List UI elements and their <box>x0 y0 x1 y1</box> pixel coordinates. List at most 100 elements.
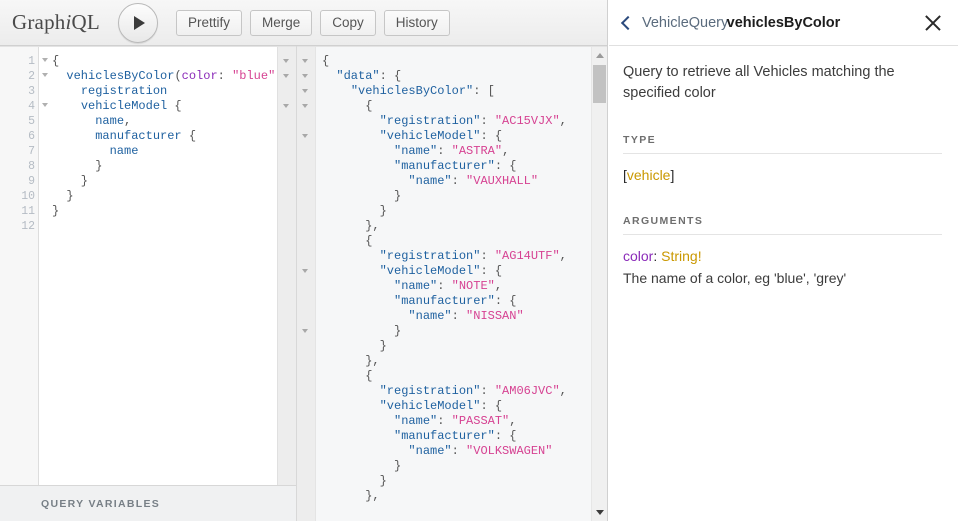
code-token: , <box>494 279 503 293</box>
docs-back-button[interactable]: VehicleQuery <box>620 15 728 31</box>
documentation-panel: VehicleQuery vehiclesByColor Query to re… <box>609 0 958 521</box>
line-number: 2 <box>0 69 48 84</box>
code-token: : <box>480 384 495 398</box>
code-token: , <box>559 114 567 128</box>
code-line: "name": "VAUXHALL" <box>322 174 591 189</box>
code-token: "name" <box>394 279 438 293</box>
code-line: manufacturer { <box>52 129 277 144</box>
query-editor[interactable]: 1 2 3 4 5 6 7 8 9 10 11 12 { vehiclesByColor(color:… <box>0 46 296 485</box>
code-line: } <box>322 189 591 204</box>
code-token: "vehicleModel" <box>379 264 481 278</box>
code-token: } <box>322 324 402 338</box>
code-token: : { <box>494 294 517 308</box>
code-line: "name": "NISSAN" <box>322 309 591 324</box>
editor-panes: 1 2 3 4 5 6 7 8 9 10 11 12 { vehiclesByColor(color:… <box>0 46 607 521</box>
code-line: { <box>322 234 591 249</box>
line-number: 1 <box>0 54 48 69</box>
code-line: } <box>322 474 591 489</box>
fold-triangle-icon[interactable] <box>42 58 48 62</box>
code-line: } <box>52 189 277 204</box>
code-token: } <box>322 474 387 488</box>
code-token: } <box>322 189 402 203</box>
code-line: { <box>52 54 277 69</box>
result-pane: { "data": { "vehiclesByColor": [ { "regi… <box>297 46 607 521</box>
code-token: "name" <box>394 414 438 428</box>
fold-triangle-icon[interactable] <box>283 104 289 108</box>
fold-triangle-icon[interactable] <box>302 59 308 63</box>
query-code-area[interactable]: { vehiclesByColor(color: "blue") { regis… <box>39 47 277 485</box>
code-line: "name": "ASTRA", <box>322 144 591 159</box>
fold-triangle-icon[interactable] <box>302 134 308 138</box>
code-token: "VOLKSWAGEN" <box>466 444 553 458</box>
fold-triangle-icon[interactable] <box>283 74 289 78</box>
fold-triangle-icon[interactable] <box>302 74 308 78</box>
code-line: } <box>322 459 591 474</box>
prettify-button[interactable]: Prettify <box>175 9 242 36</box>
code-line: vehiclesByColor(color: "blue") { <box>52 69 277 84</box>
code-token: } <box>52 204 60 218</box>
code-token: "registration" <box>379 114 481 128</box>
result-scrollbar[interactable] <box>591 47 607 521</box>
code-token: "manufacturer" <box>394 294 495 308</box>
execute-query-button[interactable] <box>117 2 158 43</box>
fold-triangle-icon[interactable] <box>42 73 48 77</box>
code-token: manufacturer <box>95 129 182 143</box>
code-token: } <box>322 459 402 473</box>
fold-triangle-icon[interactable] <box>302 89 308 93</box>
result-fold-strip[interactable] <box>297 47 316 521</box>
scrollbar-thumb[interactable] <box>593 65 606 103</box>
fold-triangle-icon[interactable] <box>302 269 308 273</box>
docs-argument-description: The name of a color, eg 'blue', 'grey' <box>623 270 847 286</box>
query-line-number-gutter: 1 2 3 4 5 6 7 8 9 10 11 12 <box>0 47 48 485</box>
history-button[interactable]: History <box>383 9 450 36</box>
code-line: name, <box>52 114 277 129</box>
code-line: "vehicleModel": { <box>322 399 591 414</box>
code-token: : { <box>480 264 503 278</box>
copy-button[interactable]: Copy <box>320 9 376 36</box>
code-token: "AG14UTF" <box>494 249 560 263</box>
result-code-area: { "data": { "vehiclesByColor": [ { "regi… <box>316 47 591 521</box>
line-number: 12 <box>21 220 35 233</box>
scroll-down-arrow-icon[interactable] <box>596 510 604 515</box>
logo-post: QL <box>71 10 100 34</box>
argument-type-link[interactable]: String <box>661 248 698 264</box>
fold-triangle-icon[interactable] <box>283 59 289 63</box>
code-line: "registration": "AC15VJX", <box>322 114 591 129</box>
chevron-left-icon <box>620 15 636 30</box>
code-token: : <box>451 309 467 323</box>
code-line: "manufacturer": { <box>322 294 591 309</box>
line-number: 3 <box>28 85 35 98</box>
code-token: } <box>322 204 387 218</box>
query-fold-strip[interactable] <box>277 47 296 485</box>
close-icon[interactable] <box>922 12 944 34</box>
line-number: 10 <box>21 190 35 203</box>
fold-triangle-icon[interactable] <box>302 329 308 333</box>
merge-button[interactable]: Merge <box>249 9 313 36</box>
fold-triangle-icon[interactable] <box>302 104 308 108</box>
type-link-vehicle[interactable]: vehicle <box>627 167 671 183</box>
code-token: , <box>502 144 510 158</box>
query-variables-bar[interactable]: QUERY VARIABLES <box>0 485 296 521</box>
fold-triangle-icon[interactable] <box>42 103 48 107</box>
code-line: "data": { <box>322 69 591 84</box>
code-line: } <box>322 339 591 354</box>
code-line: "registration": "AM06JVC", <box>322 384 591 399</box>
code-line: "vehiclesByColor": [ <box>322 84 591 99</box>
graphiql-app: GraphiQL Prettify Merge Copy History 123… <box>0 0 958 521</box>
docs-description: Query to retrieve all Vehicles matching … <box>623 64 895 101</box>
code-token: : { <box>480 129 503 143</box>
code-token: "PASSAT" <box>451 414 510 428</box>
scroll-up-arrow-icon[interactable] <box>596 53 604 58</box>
code-line: }, <box>322 219 591 234</box>
code-token: ( <box>174 69 182 83</box>
argument-name: color <box>623 248 654 264</box>
code-line: "vehicleModel": { <box>322 129 591 144</box>
line-number: 9 <box>28 175 35 188</box>
code-token: name <box>109 144 139 158</box>
